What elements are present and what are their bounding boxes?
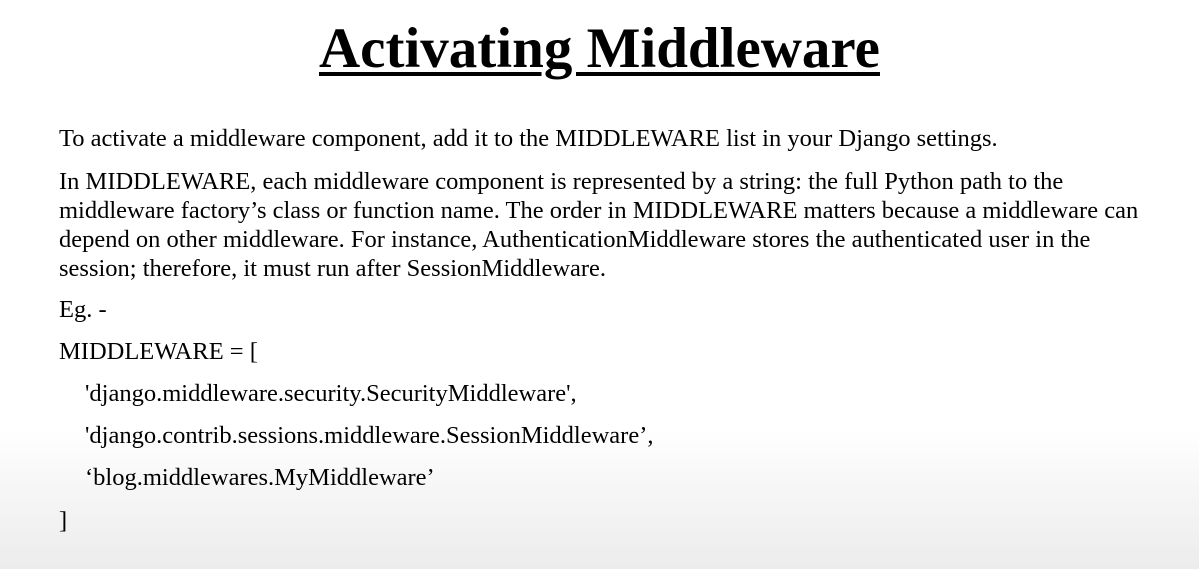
code-entry-security: 'django.middleware.security.SecurityMidd…: [85, 380, 577, 407]
example-label: Eg. -: [59, 296, 107, 323]
code-entry-custom: ‘blog.middlewares.MyMiddleware’: [85, 464, 435, 491]
slide: Activating Middleware To activate a midd…: [0, 0, 1199, 569]
explanation-paragraph: In MIDDLEWARE, each middleware component…: [59, 168, 1139, 282]
intro-paragraph: To activate a middleware component, add …: [59, 125, 998, 152]
code-closing: ]: [59, 507, 68, 534]
code-opening: MIDDLEWARE = [: [59, 338, 258, 365]
code-entry-sessions: 'django.contrib.sessions.middleware.Sess…: [85, 422, 654, 449]
slide-title: Activating Middleware: [319, 17, 880, 80]
